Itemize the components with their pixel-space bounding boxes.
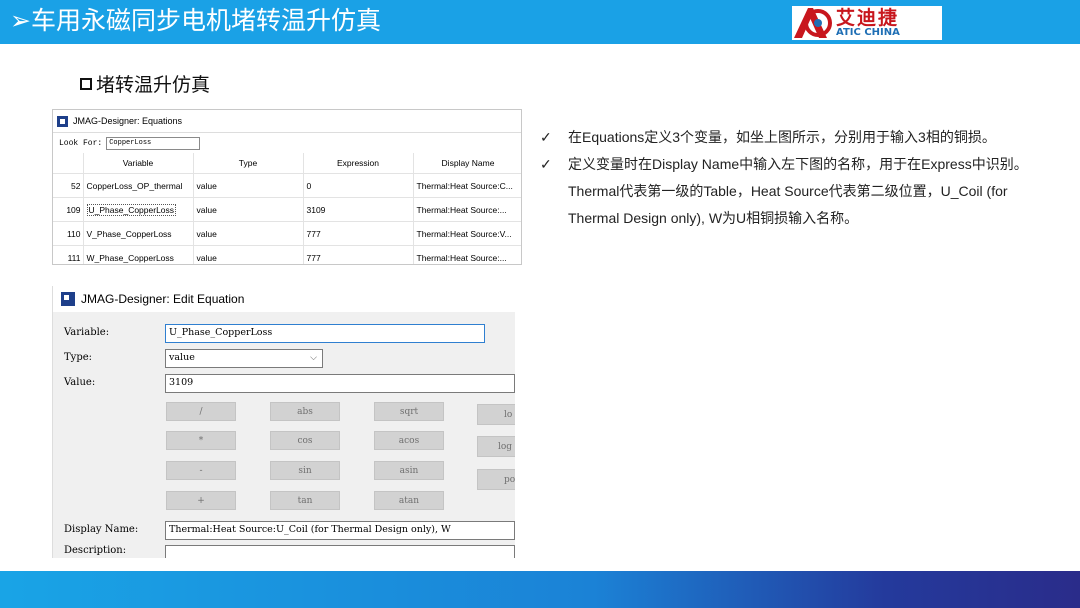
- cell-type[interactable]: value: [193, 245, 304, 264]
- notes-list: ✓ 在Equations定义3个变量，如坐上图所示，分别用于输入3相的铜损。 ✓…: [540, 124, 1050, 232]
- edit-window-titlebar: JMAG-Designer: Edit Equation: [53, 286, 515, 312]
- logo-english-text: ATIC CHINA: [836, 27, 900, 38]
- column-header-display-name[interactable]: Display Name: [413, 153, 521, 174]
- row-index: 111: [53, 245, 84, 264]
- note-text: 在Equations定义3个变量，如坐上图所示，分别用于输入3相的铜损。: [568, 129, 996, 145]
- cell-display-name[interactable]: Thermal:Heat Source:C...: [413, 173, 521, 198]
- cell-variable[interactable]: U_Phase_CopperLoss: [83, 197, 194, 222]
- log-button-partial[interactable]: lo: [477, 404, 515, 425]
- row-index: 109: [53, 197, 84, 222]
- section-title-text: 堵转温升仿真: [96, 74, 211, 96]
- tan-button[interactable]: tan: [270, 491, 340, 510]
- look-for-input[interactable]: CopperLoss: [106, 136, 201, 150]
- variable-label: Variable:: [64, 327, 110, 338]
- equations-table: Variable Type Expression Display Name 52…: [53, 153, 521, 264]
- index-column-header: [53, 153, 84, 174]
- note-text: 定义变量时在Display Name中输入左下图的名称，用于在Express中识…: [568, 156, 1028, 226]
- table-row[interactable]: 52 CopperLoss_OP_thermal value 0 Thermal…: [53, 173, 521, 198]
- cell-expression[interactable]: 777: [303, 221, 414, 246]
- column-header-type[interactable]: Type: [193, 153, 304, 174]
- selected-variable-text: U_Phase_CopperLoss: [86, 203, 177, 216]
- header-bar: ➢车用永磁同步电机堵转温升仿真 艾迪捷 ATIC CHINA: [0, 0, 1080, 44]
- note-item: ✓ 在Equations定义3个变量，如坐上图所示，分别用于输入3相的铜损。: [540, 124, 1050, 151]
- sqrt-button[interactable]: sqrt: [374, 402, 444, 421]
- cos-button[interactable]: cos: [270, 431, 340, 450]
- abs-button[interactable]: abs: [270, 402, 340, 421]
- type-label: Type:: [64, 352, 93, 363]
- table-row[interactable]: 109 U_Phase_CopperLoss value 3109 Therma…: [53, 197, 521, 222]
- cell-variable[interactable]: W_Phase_CopperLoss: [83, 245, 194, 264]
- value-label: Value:: [64, 377, 96, 388]
- asin-button[interactable]: asin: [374, 461, 444, 480]
- display-name-input[interactable]: Thermal:Heat Source:U_Coil (for Thermal …: [165, 521, 515, 540]
- column-header-expression[interactable]: Expression: [303, 153, 414, 174]
- variable-input[interactable]: U_Phase_CopperLoss: [165, 324, 485, 343]
- note-item: ✓ 定义变量时在Display Name中输入左下图的名称，用于在Express…: [540, 151, 1050, 232]
- square-bullet-icon: [80, 77, 92, 90]
- table-row[interactable]: 110 V_Phase_CopperLoss value 777 Thermal…: [53, 221, 521, 246]
- footer-bar: [0, 571, 1080, 608]
- look-for-row: Look For: CopperLoss: [53, 133, 521, 153]
- cell-expression[interactable]: 0: [303, 173, 414, 198]
- row-index: 110: [53, 221, 84, 246]
- description-label: Description:: [64, 545, 127, 556]
- equations-window-title: JMAG-Designer: Equations: [73, 116, 183, 126]
- table-row[interactable]: 111 W_Phase_CopperLoss value 777 Thermal…: [53, 245, 521, 264]
- logo-chinese-text: 艾迪捷: [836, 7, 900, 29]
- type-select[interactable]: value ⌵: [165, 349, 323, 368]
- look-for-label: Look For:: [59, 138, 103, 148]
- edit-equation-window: JMAG-Designer: Edit Equation Variable: U…: [52, 286, 515, 558]
- value-input[interactable]: 3109: [165, 374, 515, 393]
- check-icon: ✓: [540, 129, 552, 145]
- jmag-app-icon: [61, 292, 75, 306]
- multiply-button[interactable]: *: [166, 431, 236, 450]
- section-title: 堵转温升仿真: [80, 70, 210, 97]
- cell-type[interactable]: value: [193, 173, 304, 198]
- jmag-app-icon: [57, 115, 68, 127]
- cell-type[interactable]: value: [193, 197, 304, 222]
- divide-button[interactable]: /: [166, 402, 236, 421]
- sin-button[interactable]: sin: [270, 461, 340, 480]
- log10-button-partial[interactable]: log: [477, 436, 515, 457]
- cell-variable[interactable]: V_Phase_CopperLoss: [83, 221, 194, 246]
- row-index: 52: [53, 173, 84, 198]
- equations-window-titlebar: JMAG-Designer: Equations: [53, 110, 521, 133]
- check-icon: ✓: [540, 156, 552, 172]
- cell-display-name[interactable]: Thermal:Heat Source:...: [413, 245, 521, 264]
- logo-mark-icon: [794, 8, 832, 38]
- equations-window: JMAG-Designer: Equations Look For: Coppe…: [52, 109, 522, 265]
- cell-variable[interactable]: CopperLoss_OP_thermal: [83, 173, 194, 198]
- type-select-value: value: [169, 352, 195, 363]
- slide-title: ➢车用永磁同步电机堵转温升仿真: [10, 6, 381, 35]
- column-header-variable[interactable]: Variable: [83, 153, 194, 174]
- cell-expression[interactable]: 777: [303, 245, 414, 264]
- atan-button[interactable]: atan: [374, 491, 444, 510]
- table-header-row: Variable Type Expression Display Name: [53, 153, 521, 174]
- cell-expression[interactable]: 3109: [303, 197, 414, 222]
- acos-button[interactable]: acos: [374, 431, 444, 450]
- cell-type[interactable]: value: [193, 221, 304, 246]
- description-input[interactable]: [165, 545, 515, 558]
- cell-display-name[interactable]: Thermal:Heat Source:...: [413, 197, 521, 222]
- edit-window-title: JMAG-Designer: Edit Equation: [81, 292, 245, 306]
- minus-button[interactable]: -: [166, 461, 236, 480]
- display-name-label: Display Name:: [64, 524, 139, 535]
- cell-display-name[interactable]: Thermal:Heat Source:V...: [413, 221, 521, 246]
- pow-button-partial[interactable]: po: [477, 469, 515, 490]
- company-logo: 艾迪捷 ATIC CHINA: [792, 6, 942, 40]
- plus-button[interactable]: +: [166, 491, 236, 510]
- chevron-down-icon[interactable]: ⌵: [310, 350, 317, 366]
